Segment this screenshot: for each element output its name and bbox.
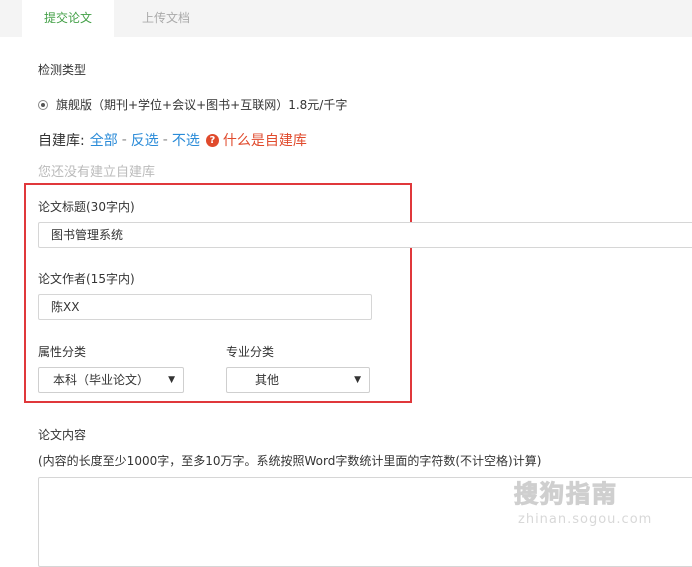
- separator: -: [121, 132, 127, 148]
- question-circle-icon[interactable]: ?: [205, 133, 219, 147]
- invert-selection-link[interactable]: 反选: [131, 130, 159, 150]
- major-category-select[interactable]: 其他 ▼: [226, 367, 370, 393]
- author-label: 论文作者(15字内): [38, 272, 135, 286]
- detect-type-label: 检测类型: [38, 63, 87, 77]
- tab-bar: 提交论文 上传文档: [0, 0, 692, 37]
- what-is-self-library-link[interactable]: 什么是自建库: [223, 130, 307, 150]
- tab-upload-document[interactable]: 上传文档: [114, 0, 218, 37]
- title-label: 论文标题(30字内): [38, 200, 135, 214]
- major-category-label: 专业分类: [226, 345, 275, 359]
- detect-type-option[interactable]: 旗舰版（期刊+学位+会议+图书+互联网）1.8元/千字: [38, 96, 347, 113]
- watermark-logo: 搜狗指南: [514, 480, 618, 509]
- content-hint: (内容的长度至少1000字，至多10万字。系统按照Word字数统计里面的字符数(…: [38, 454, 542, 468]
- attribute-category-select[interactable]: 本科（毕业论文） ▼: [38, 367, 184, 393]
- radio-selected-icon[interactable]: [38, 99, 48, 110]
- select-all-link[interactable]: 全部: [90, 130, 118, 150]
- dropdown-arrow-icon: ▼: [354, 375, 361, 385]
- major-category-value: 其他: [255, 373, 280, 387]
- attribute-category-label: 属性分类: [38, 345, 87, 359]
- separator: -: [162, 132, 168, 148]
- author-input[interactable]: 陈XX: [38, 294, 372, 320]
- title-input[interactable]: 图书管理系统: [38, 222, 692, 248]
- attribute-category-value: 本科（毕业论文）: [53, 373, 150, 387]
- self-library-prefix: 自建库:: [38, 133, 85, 149]
- content-label: 论文内容: [38, 428, 87, 442]
- tab-submit-paper[interactable]: 提交论文: [22, 0, 114, 37]
- self-library-row: 自建库: 全部 - 反选 - 不选 ? 什么是自建库: [38, 130, 307, 150]
- watermark-url: zhinan.sogou.com: [518, 512, 653, 527]
- dropdown-arrow-icon: ▼: [168, 375, 175, 385]
- no-self-library-note: 您还没有建立自建库: [38, 165, 156, 180]
- select-none-link[interactable]: 不选: [172, 130, 200, 150]
- detect-type-option-label: 旗舰版（期刊+学位+会议+图书+互联网）1.8元/千字: [56, 98, 348, 112]
